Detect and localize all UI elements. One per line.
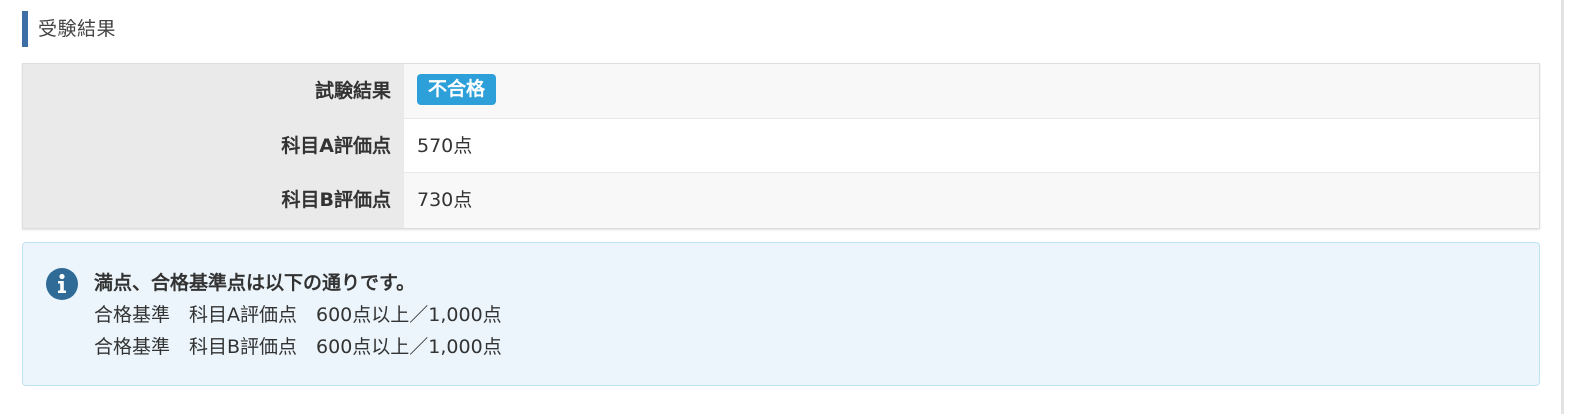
row-value: 570点 bbox=[404, 118, 1539, 172]
table-row-subject-b-score: 科目B評価点 730点 bbox=[23, 173, 1539, 228]
info-box: 満点、合格基準点は以下の通りです。 合格基準 科目A評価点 600点以上／1,0… bbox=[22, 242, 1540, 386]
info-heading: 満点、合格基準点は以下の通りです。 bbox=[94, 272, 416, 294]
scrollbar-edge bbox=[1561, 0, 1564, 414]
section-title-accent-bar bbox=[22, 11, 28, 47]
table-row-subject-a-score: 科目A評価点 570点 bbox=[23, 118, 1539, 173]
result-table: 試験結果 不合格 科目A評価点 570点 科目B評価点 730点 bbox=[22, 63, 1540, 229]
fail-status-badge: 不合格 bbox=[417, 74, 497, 105]
row-value: 不合格 bbox=[404, 64, 1539, 118]
exam-result-page: 受験結果 試験結果 不合格 科目A評価点 570点 科目B評価点 730点 満点… bbox=[0, 0, 1572, 414]
section-title: 受験結果 bbox=[22, 11, 116, 47]
info-line-subject-a: 合格基準 科目A評価点 600点以上／1,000点 bbox=[94, 304, 502, 326]
info-icon bbox=[46, 268, 78, 300]
table-row-exam-result: 試験結果 不合格 bbox=[23, 64, 1539, 119]
row-label: 科目A評価点 bbox=[23, 118, 404, 172]
info-line-subject-b: 合格基準 科目B評価点 600点以上／1,000点 bbox=[94, 336, 502, 358]
section-title-text: 受験結果 bbox=[38, 18, 117, 40]
info-content: 満点、合格基準点は以下の通りです。 合格基準 科目A評価点 600点以上／1,0… bbox=[94, 267, 502, 363]
row-value: 730点 bbox=[404, 173, 1539, 228]
row-label: 科目B評価点 bbox=[23, 173, 404, 228]
row-label: 試験結果 bbox=[23, 64, 404, 118]
